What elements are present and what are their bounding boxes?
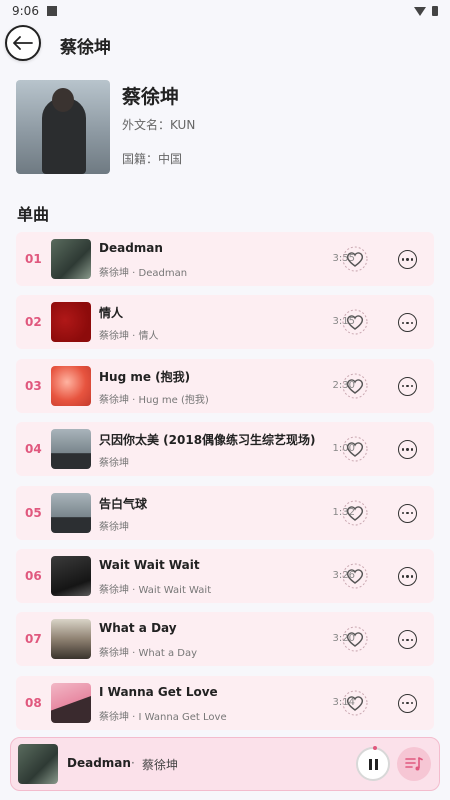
- more-button[interactable]: [398, 440, 417, 460]
- status-time: 9:06: [12, 4, 39, 18]
- heart-icon[interactable]: [340, 688, 370, 718]
- progress-indicator: [373, 746, 377, 750]
- section-title: 单曲: [17, 205, 50, 224]
- song-cover: [51, 682, 91, 723]
- song-title: I Wanna Get Love: [99, 684, 218, 699]
- song-subtitle: 蔡徐坤 · Hug me (抱我): [99, 394, 209, 406]
- song-subtitle: 蔡徐坤: [99, 458, 129, 470]
- song-title: Wait Wait Wait: [99, 557, 200, 572]
- player-artist: 蔡徐坤: [142, 758, 179, 772]
- song-index: 04: [25, 442, 42, 457]
- playlist-button[interactable]: [397, 747, 431, 781]
- song-subtitle: 蔡徐坤 · 情人: [99, 331, 159, 343]
- song-cover: [51, 302, 91, 343]
- song-index: 02: [25, 315, 42, 330]
- song-index: 07: [25, 632, 42, 647]
- song-title: Deadman: [99, 241, 163, 255]
- song-index: 03: [25, 378, 42, 393]
- song-row[interactable]: 05 告白气球 蔡徐坤 1:32: [16, 485, 434, 540]
- heart-icon[interactable]: [340, 624, 370, 654]
- status-bar: 9:06: [0, 0, 450, 22]
- battery-icon: [432, 6, 438, 16]
- song-row[interactable]: 08 I Wanna Get Love 蔡徐坤 · I Wanna Get Lo…: [16, 675, 434, 730]
- song-row[interactable]: 02 情人 蔡徐坤 · 情人 3:15: [16, 295, 434, 350]
- song-cover: [51, 365, 91, 406]
- song-title: 情人: [99, 306, 124, 321]
- song-title: 告白气球: [99, 496, 148, 511]
- song-subtitle: 蔡徐坤 · Wait Wait Wait: [99, 584, 212, 596]
- heart-icon[interactable]: [340, 307, 370, 337]
- song-subtitle: 蔡徐坤 · Deadman: [99, 268, 188, 279]
- artist-foreign-name: 外文名：KUN: [122, 118, 196, 132]
- song-title: 只因你太美 (2018偶像练习生综艺现场): [99, 433, 316, 448]
- wifi-icon: [414, 6, 426, 16]
- more-button[interactable]: [398, 503, 417, 523]
- more-button[interactable]: [398, 693, 417, 713]
- song-list: 01 Deadman 蔡徐坤 · Deadman 3:55 02 情人 蔡徐坤 …: [16, 232, 434, 739]
- player-cover: [18, 744, 58, 784]
- song-cover: [51, 239, 91, 279]
- artist-nationality: 国籍：中国: [122, 152, 183, 166]
- back-button[interactable]: [5, 25, 41, 61]
- song-cover: [51, 555, 91, 596]
- heart-icon[interactable]: [340, 434, 370, 464]
- top-bar: 蔡徐坤: [0, 22, 450, 68]
- artist-photo: [16, 80, 110, 174]
- song-index: 08: [25, 695, 42, 710]
- pause-button[interactable]: [356, 746, 390, 781]
- more-button[interactable]: [398, 313, 417, 333]
- song-index: 01: [25, 252, 42, 266]
- page-title: 蔡徐坤: [60, 38, 111, 58]
- arrow-left-icon: [13, 36, 33, 50]
- more-button[interactable]: [398, 250, 417, 269]
- song-row[interactable]: 01 Deadman 蔡徐坤 · Deadman 3:55: [16, 232, 434, 286]
- artist-name: 蔡徐坤: [122, 86, 180, 108]
- heart-icon[interactable]: [340, 561, 370, 591]
- more-button[interactable]: [398, 566, 417, 586]
- notification-icon: [46, 6, 57, 16]
- heart-icon[interactable]: [340, 371, 370, 401]
- song-cover: [51, 429, 91, 470]
- song-title: Hug me (抱我): [99, 369, 191, 384]
- song-index: 06: [25, 568, 42, 583]
- more-button[interactable]: [398, 376, 417, 396]
- song-cover: [51, 619, 91, 660]
- heart-icon[interactable]: [340, 244, 370, 274]
- song-row[interactable]: 03 Hug me (抱我) 蔡徐坤 · Hug me (抱我) 2:30: [16, 358, 434, 413]
- song-title: What a Day: [99, 621, 177, 636]
- song-row[interactable]: 06 Wait Wait Wait 蔡徐坤 · Wait Wait Wait 3…: [16, 548, 434, 603]
- song-row[interactable]: 07 What a Day 蔡徐坤 · What a Day 3:20: [16, 612, 434, 667]
- more-button[interactable]: [398, 630, 417, 650]
- song-subtitle: 蔡徐坤: [99, 521, 129, 533]
- song-cover: [51, 492, 91, 533]
- playlist-music-icon: [405, 757, 423, 771]
- song-subtitle: 蔡徐坤 · What a Day: [99, 648, 198, 660]
- artist-header: 蔡徐坤 外文名：KUN 国籍：中国: [16, 80, 436, 174]
- player-separator: ·: [131, 756, 135, 770]
- song-index: 05: [25, 505, 42, 520]
- player-song-title: Deadman: [67, 756, 131, 770]
- heart-icon[interactable]: [340, 498, 370, 528]
- song-subtitle: 蔡徐坤 · I Wanna Get Love: [99, 711, 227, 723]
- mini-player[interactable]: Deadman · 蔡徐坤: [10, 737, 440, 791]
- song-row[interactable]: 04 只因你太美 (2018偶像练习生综艺现场) 蔡徐坤 1:00: [16, 422, 434, 477]
- pause-icon: [368, 758, 372, 770]
